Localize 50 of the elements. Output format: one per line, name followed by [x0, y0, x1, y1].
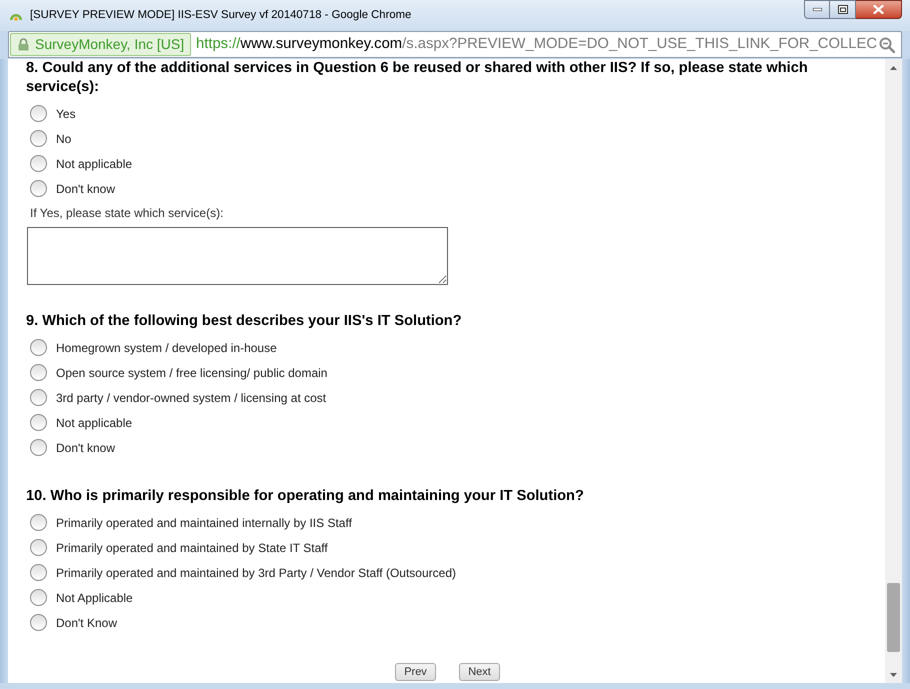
url-text: https://www.surveymonkey.com/s.aspx?PREVIEW_MODE=DO_NOT_USE_THIS_LINK_FOR_COLLEC [196, 35, 878, 54]
radio-button[interactable] [30, 130, 47, 147]
radio-button[interactable] [30, 514, 47, 531]
lock-icon [18, 38, 29, 51]
option-label[interactable]: Don't know [56, 438, 115, 456]
radio-button[interactable] [30, 155, 47, 172]
option-label[interactable]: Yes [56, 104, 76, 122]
option-label[interactable]: Not applicable [56, 414, 132, 432]
nav-button[interactable]: Next [459, 663, 500, 681]
radio-button[interactable] [30, 414, 47, 431]
window-title: [SURVEY PREVIEW MODE] IIS-ESV Survey vf 20140718 - Google Chrome [30, 8, 412, 23]
radio-button[interactable] [30, 439, 47, 456]
option-label[interactable]: Open source system / free licensing/ public domain [56, 364, 328, 382]
radio-button[interactable] [30, 339, 47, 356]
option-label[interactable]: Homegrown system / developed in-house [56, 338, 277, 356]
radio-button[interactable] [30, 180, 47, 197]
comment-field[interactable] [27, 227, 448, 285]
option-label[interactable]: Primarily operated and maintained by State IT Staff [56, 538, 328, 556]
maximize-button[interactable] [830, 0, 856, 19]
question-title: 8. Could any of the additional services in Question 6 be reused or shared with other IIS? If so, please state which service(s): [26, 59, 809, 97]
close-button[interactable] [856, 0, 902, 19]
minimize-button[interactable] [804, 0, 830, 19]
comment-label: If Yes, please state which service(s): [29, 206, 224, 221]
nav-button[interactable]: Prev [395, 663, 436, 681]
option-label[interactable]: 3rd party / vendor-owned system / licensing at cost [56, 388, 326, 406]
option-label[interactable]: Don't Know [56, 614, 117, 632]
radio-button[interactable] [30, 539, 47, 556]
address-bar[interactable]: SurveyMonkey, Inc [US] https://www.surveymonkey.com/s.aspx?PREVIEW_MODE=DO_NOT_USE_THIS_LINK_FOR_COLLEC [8, 31, 902, 58]
scroll-down-icon[interactable] [890, 672, 897, 676]
zoom-out-icon[interactable] [879, 36, 895, 52]
radio-button[interactable] [30, 589, 47, 606]
radio-button[interactable] [30, 389, 47, 406]
radio-button[interactable] [30, 364, 47, 381]
radio-button[interactable] [30, 564, 47, 581]
option-label[interactable]: Don't know [56, 180, 115, 198]
radio-button[interactable] [30, 614, 47, 631]
scrollbar-thumb[interactable] [887, 583, 900, 652]
question-title: 10. Who is primarily responsible for operating and maintaining your IT Solution? [26, 487, 585, 506]
option-label[interactable]: Not Applicable [56, 588, 133, 606]
question-title: 9. Which of the following best describes your IIS's IT Solution? [26, 312, 463, 331]
scrollbar[interactable] [885, 59, 902, 683]
option-label[interactable]: No [56, 130, 72, 148]
radio-button[interactable] [30, 105, 47, 122]
close-icon [873, 5, 884, 14]
restore-icon [838, 5, 848, 14]
option-label[interactable]: Primarily operated and maintained internally by IIS Staff [56, 514, 352, 532]
minimize-icon [812, 8, 822, 11]
option-label[interactable]: Primarily operated and maintained by 3rd Party / Vendor Staff (Outsourced) [56, 564, 456, 582]
option-label[interactable]: Not applicable [56, 154, 132, 172]
scroll-up-icon[interactable] [890, 66, 897, 70]
